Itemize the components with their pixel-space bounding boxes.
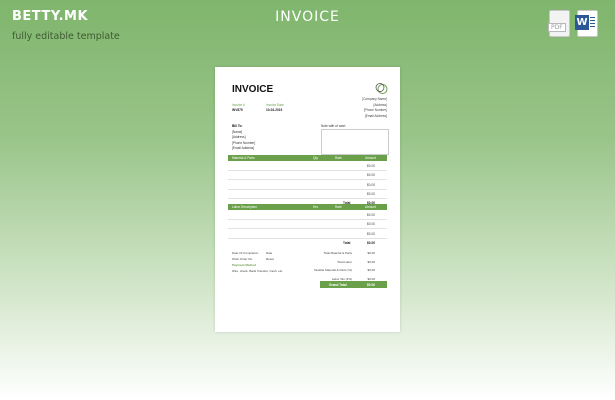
company-name: [Company Name] <box>362 97 387 101</box>
summary-row: Total Material & Parts $0.00 <box>305 250 387 259</box>
materials-col-qty: Qty <box>313 156 318 161</box>
labor-col-desc: Labor Description <box>232 205 257 210</box>
pdf-file-icon[interactable]: PDF <box>548 10 570 37</box>
summary-row: Taxable Material & Parts (%) $0.00 <box>305 267 387 276</box>
labor-total-row: Total $0.00 <box>228 239 387 246</box>
invoice-date-block: Invoice Date 10-03-2019 <box>266 103 284 113</box>
labor-table: Labor Description Hrs Rate Amount $0.00 … <box>228 204 387 246</box>
labor-col-hrs: Hrs <box>313 205 318 210</box>
table-row: $0.00 <box>228 229 387 239</box>
table-row: $0.00 <box>228 220 387 229</box>
invoice-title: INVOICE <box>232 84 274 95</box>
company-details: [Company Name] [Address] [Phone Number] … <box>362 97 387 119</box>
summary-block: Total Material & Parts $0.00 Total Labor… <box>305 250 387 284</box>
grand-total-label: Grand Total <box>329 283 347 287</box>
pdf-icon-label: PDF <box>548 23 566 32</box>
completion-date-label: Date Of Completion <box>232 251 259 255</box>
summary-value: $0.00 <box>367 251 375 255</box>
summary-value: $0.00 <box>367 268 375 272</box>
invoice-number-block: Invoice # INV875 <box>232 103 245 113</box>
word-icon-lines <box>590 17 595 29</box>
payment-method-value: Wire, check, Bank Transfer, Cash, etc. <box>232 269 284 273</box>
summary-value: $0.00 <box>367 276 375 281</box>
row-amount: $0.00 <box>367 173 375 177</box>
row-amount: $0.00 <box>367 192 375 196</box>
table-row: $0.00 <box>228 161 387 171</box>
note-box <box>321 129 389 155</box>
work-order-label: Work Order No. <box>232 257 253 261</box>
table-row: $0.00 <box>228 180 387 190</box>
row-amount: $0.00 <box>367 182 375 187</box>
company-phone: [Phone Number] <box>363 108 387 112</box>
invoice-date-value: 10-03-2019 <box>266 108 283 112</box>
labor-col-amount: Amount <box>365 205 376 210</box>
grand-total-bar: Grand Total $0.00 <box>320 281 387 288</box>
word-file-icon[interactable]: W <box>575 10 598 37</box>
summary-row: Total Labor $0.00 <box>305 259 387 268</box>
table-row: $0.00 <box>228 190 387 199</box>
table-row: $0.00 <box>228 210 387 220</box>
labor-col-rate: Rate <box>335 205 342 210</box>
materials-table: Material & Parts Qty Rate Amount $0.00 $… <box>228 155 387 206</box>
word-icon-label: W <box>575 15 589 30</box>
summary-label: Labor Tax (3%) <box>331 276 352 281</box>
company-logo-icon <box>375 83 388 94</box>
summary-value: $0.00 <box>367 259 375 264</box>
page-title: INVOICE <box>275 9 340 25</box>
tagline: fully editable template <box>12 31 120 42</box>
labor-total-value: $0.00 <box>367 240 375 245</box>
work-order-row: Work Order No. Reset <box>232 256 292 262</box>
summary-label: Total Labor <box>337 259 352 264</box>
materials-col-rate: Rate <box>335 156 342 161</box>
bill-to-block: Bill To: [Name] [Address] [Phone Number]… <box>232 124 255 152</box>
table-row: $0.00 <box>228 171 387 180</box>
grand-total-value: $0.00 <box>367 283 375 287</box>
note-label: Note with of cash <box>321 124 346 128</box>
terms-block: Date Of Completion Date Work Order No. R… <box>232 250 292 274</box>
row-amount: $0.00 <box>367 212 375 217</box>
row-amount: $0.00 <box>367 222 375 226</box>
row-amount: $0.00 <box>367 231 375 236</box>
summary-label: Total Material & Parts <box>323 251 352 255</box>
materials-col-desc: Material & Parts <box>232 156 255 161</box>
row-amount: $0.00 <box>367 163 375 168</box>
invoice-number-value: INV875 <box>232 108 243 112</box>
work-order-value: Reset <box>266 257 274 261</box>
materials-col-amount: Amount <box>365 156 376 161</box>
labor-total-label: Total <box>343 240 351 245</box>
summary-label: Taxable Material & Parts (%) <box>313 268 352 272</box>
bill-to-email: [Email Address] <box>232 146 255 150</box>
invoice-preview: INVOICE [Company Name] [Address] [Phone … <box>215 67 400 332</box>
company-email: [Email Address] <box>364 113 387 118</box>
